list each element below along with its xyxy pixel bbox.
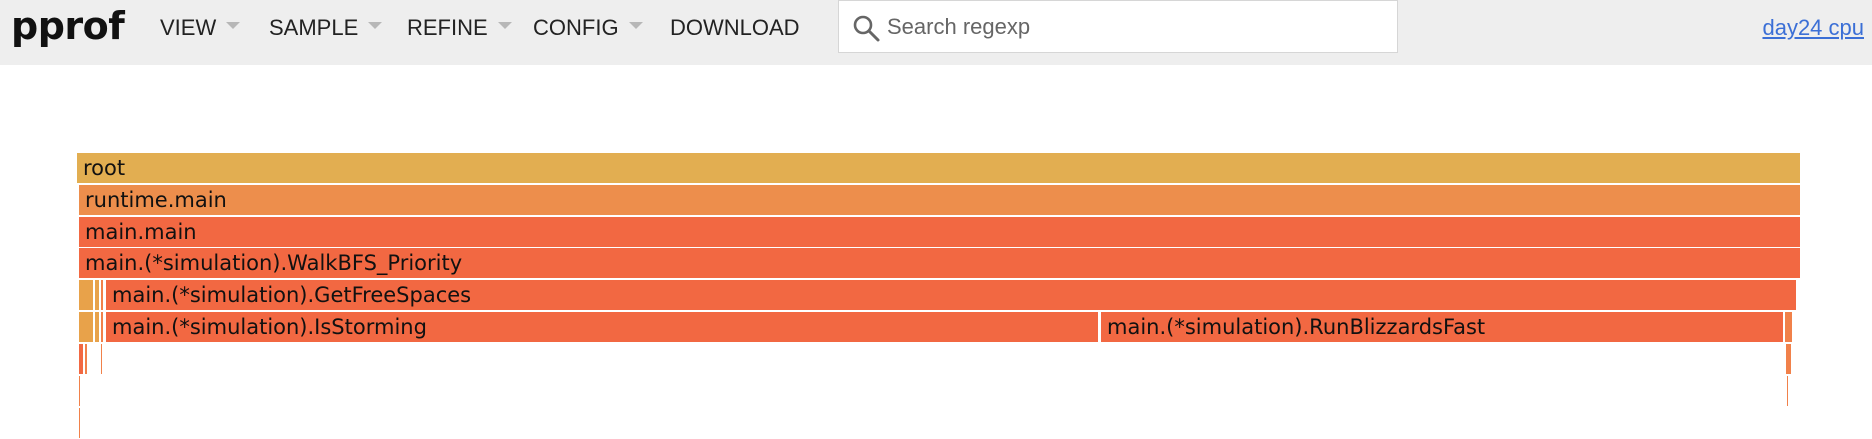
frame-narrow[interactable] [1787,376,1789,406]
flame-graph: root runtime.main main.main main.(*simul… [0,0,1872,439]
frame-narrow[interactable] [101,280,104,310]
frame-narrow[interactable] [1785,312,1793,342]
frame-runtime-main[interactable]: runtime.main [79,185,1801,215]
frame-walkbfs-priority[interactable]: main.(*simulation).WalkBFS_Priority [79,248,1801,278]
frame-label: runtime.main [85,188,227,212]
frame-narrow[interactable] [79,408,81,438]
frame-narrow[interactable] [101,312,104,342]
frame-narrow[interactable] [95,312,100,342]
frame-narrow[interactable] [85,344,88,374]
frame-narrow[interactable] [1786,344,1792,374]
frame-label: main.(*simulation).WalkBFS_Priority [85,251,463,275]
frame-narrow[interactable] [79,280,94,310]
frame-root[interactable]: root [77,153,1801,183]
frame-label: root [83,156,126,180]
frame-isstorming[interactable]: main.(*simulation).IsStorming [106,312,1099,342]
frame-getfreespaces[interactable]: main.(*simulation).GetFreeSpaces [106,280,1797,310]
frame-main-main[interactable]: main.main [79,217,1801,247]
frame-narrow[interactable] [101,344,103,374]
frame-narrow[interactable] [79,344,84,374]
frame-narrow[interactable] [79,312,94,342]
frame-narrow[interactable] [79,376,81,406]
frame-label: main.(*simulation).RunBlizzardsFast [1107,315,1486,339]
frame-narrow[interactable] [95,280,100,310]
frame-runblizzardsfast[interactable]: main.(*simulation).RunBlizzardsFast [1101,312,1784,342]
frame-label: main.(*simulation).GetFreeSpaces [112,283,472,307]
frame-label: main.main [85,220,197,244]
frame-label: main.(*simulation).IsStorming [112,315,427,339]
